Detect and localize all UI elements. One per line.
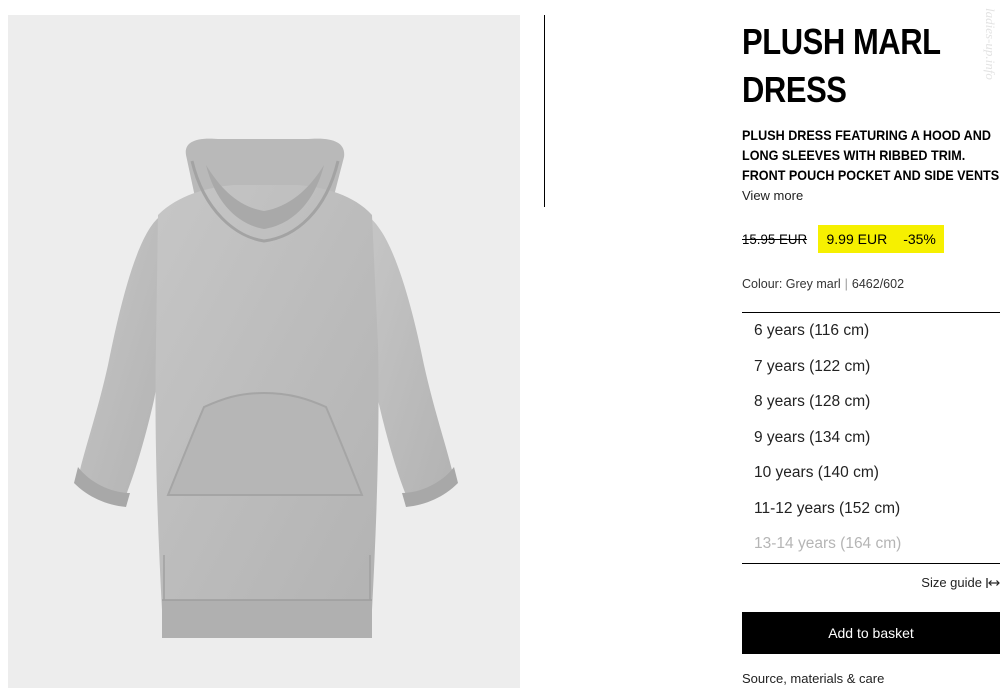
description-line: LONG SLEEVES WITH RIBBED TRIM.	[742, 147, 966, 163]
vertical-divider	[544, 15, 545, 207]
watermark: ladies-up.info	[983, 8, 998, 80]
colour-separator: |	[844, 277, 848, 291]
sale-price-badge: 9.99 EUR -35%	[818, 225, 944, 253]
resize-horizontal-icon	[986, 577, 1000, 588]
product-title: PLUSH MARL DRESS	[742, 18, 941, 114]
sale-price: 9.99 EUR	[826, 231, 888, 247]
product-image[interactable]	[8, 15, 520, 688]
size-option[interactable]: 10 years (140 cm)	[742, 455, 1000, 491]
colour-info: Colour: Grey marl | 6462/602	[742, 277, 904, 291]
size-option[interactable]: 6 years (116 cm)	[742, 313, 1000, 349]
product-title-line1: PLUSH MARL	[742, 21, 941, 62]
size-guide-link[interactable]: Size guide	[921, 575, 1000, 590]
product-title-line2: DRESS	[742, 69, 847, 110]
product-reference: 6462/602	[851, 277, 905, 291]
add-to-basket-button[interactable]: Add to basket	[742, 612, 1000, 654]
hoodie-dress-illustration	[74, 138, 458, 638]
discount-percent: -35%	[903, 231, 936, 247]
source-materials-care-link[interactable]: Source, materials & care	[742, 671, 884, 686]
size-option[interactable]: 11-12 years (152 cm)	[742, 491, 1000, 527]
size-selector: 6 years (116 cm) 7 years (122 cm) 8 year…	[742, 312, 1000, 564]
size-guide-label: Size guide	[921, 575, 982, 590]
product-description: PLUSH DRESS FEATURING A HOOD AND LONG SL…	[742, 125, 1000, 185]
colour-label: Colour: Grey marl	[742, 277, 841, 291]
size-option[interactable]: 8 years (128 cm)	[742, 384, 1000, 420]
size-option[interactable]: 7 years (122 cm)	[742, 349, 1000, 385]
view-more-link[interactable]: View more	[742, 188, 803, 203]
size-option[interactable]: 9 years (134 cm)	[742, 420, 1000, 456]
size-option-unavailable[interactable]: 13-14 years (164 cm)	[742, 526, 1000, 562]
product-info-panel: PLUSH MARL DRESS PLUSH DRESS FEATURING A…	[742, 0, 1000, 688]
description-line: FRONT POUCH POCKET AND SIDE VENTS	[742, 167, 1000, 183]
add-to-basket-label: Add to basket	[828, 625, 914, 641]
old-price: 15.95 EUR	[742, 231, 808, 247]
description-line: PLUSH DRESS FEATURING A HOOD AND	[742, 127, 991, 143]
price-row: 15.95 EUR 9.99 EUR -35%	[742, 225, 944, 253]
